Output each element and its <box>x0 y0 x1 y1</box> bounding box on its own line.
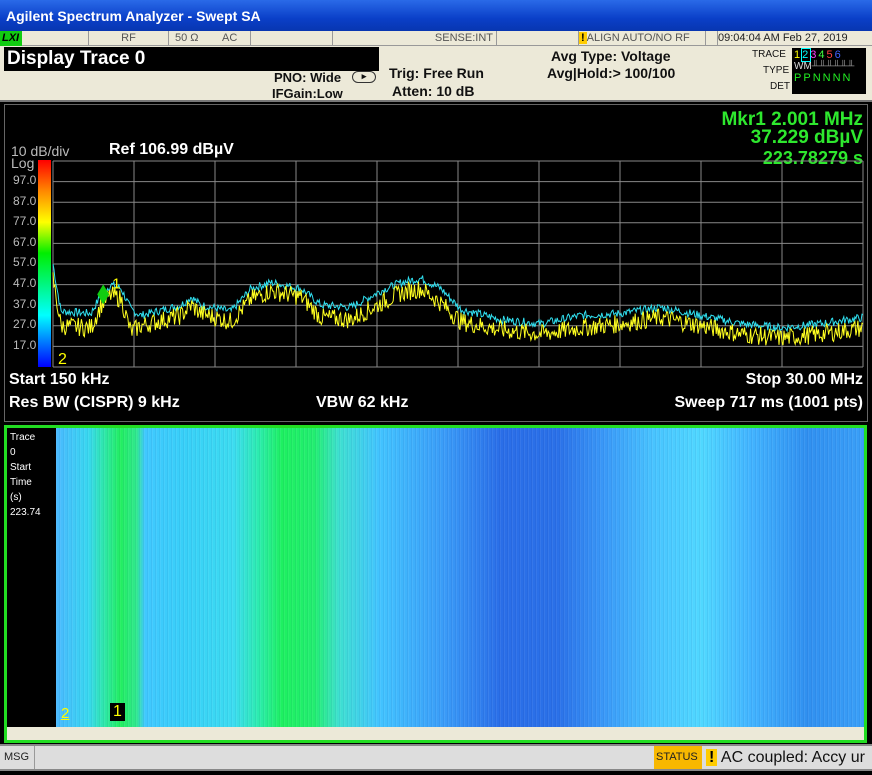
impedance: 50 Ω <box>168 31 208 46</box>
y-tick-label: 27.0 <box>13 317 37 332</box>
color-scale-bar <box>38 160 51 367</box>
message-bar: MSG STATUS ! AC coupled: Accy ur <box>0 744 872 771</box>
avg-type: Avg Type: Voltage <box>551 48 671 64</box>
trigger: Trig: Free Run <box>389 65 484 81</box>
y-tick-label: 17.0 <box>13 337 37 352</box>
detector-3: N <box>812 72 823 84</box>
reference-level: Ref 106.99 dBµV <box>109 141 234 158</box>
start-frequency: Start 150 kHz <box>9 371 110 388</box>
lxi-badge: LXI <box>0 31 22 46</box>
spectrogram-info-line: (s) <box>10 492 22 503</box>
trace2-marker: 2 <box>61 705 70 722</box>
trace-number-4: 4 <box>818 49 827 61</box>
trace-indicator: 123456 WM╨╨╨╨╨╨ PPNNNN <box>792 48 866 94</box>
detector-5: N <box>832 72 843 84</box>
marker-level: 37.229 dBµV <box>750 127 863 148</box>
y-tick-label: 47.0 <box>13 276 37 290</box>
pno: PNO: Wide <box>274 70 342 85</box>
msg-label: MSG <box>4 751 30 763</box>
sweep-time: Sweep 717 ms (1001 pts) <box>674 394 863 411</box>
y-tick-label: 57.0 <box>13 255 37 270</box>
avg-hold: Avg|Hold:> 100/100 <box>547 65 676 81</box>
video-bandwidth: VBW 62 kHz <box>316 394 409 411</box>
trace-2-label: 2 <box>58 351 67 368</box>
status-row: LXI RF 50 Ω AC SENSE:INT ! ALIGN AUTO/NO … <box>0 31 872 46</box>
spectrogram-info-line: Time <box>10 477 32 488</box>
y-tick-label: 87.0 <box>13 193 37 208</box>
y-tick-label: 77.0 <box>13 214 37 229</box>
window-title: Agilent Spectrum Analyzer - Swept SA <box>6 8 261 24</box>
warning-icon: ! <box>579 32 587 44</box>
sense: SENSE:INT <box>332 31 497 46</box>
status-button[interactable]: STATUS <box>654 746 702 769</box>
align-status: ! ALIGN AUTO/NO RF <box>578 31 706 46</box>
spectrogram-info: Trace 0 Start Time (s) 223.74 <box>7 428 56 727</box>
trace-label: TRACE <box>752 49 786 60</box>
marker1-flag: 1 <box>110 703 125 721</box>
detector-6: N <box>842 72 853 84</box>
stop-frequency: Stop 30.00 MHz <box>745 371 863 388</box>
trace-number-1: 1 <box>794 49 803 61</box>
settings-header: Display Trace 0 PNO: Wide ▸ IFGain:Low T… <box>0 46 872 102</box>
resolution-bandwidth: Res BW (CISPR) 9 kHz <box>9 394 180 411</box>
spectrogram-info-line: 223.74 <box>10 507 41 518</box>
y-tick-label: 97.0 <box>13 173 37 187</box>
spectrum-display: Mkr1 2.001 MHz 37.229 dBµV 223.78279 s 1… <box>4 104 868 422</box>
attenuation: Atten: 10 dB <box>392 83 475 99</box>
detector-2: P <box>803 72 813 84</box>
trace-number-6: 6 <box>834 49 843 61</box>
spectrogram-image[interactable] <box>56 428 864 727</box>
ifgain: IFGain:Low <box>272 86 343 101</box>
marker-1-diamond[interactable] <box>97 284 110 305</box>
y-tick-label: 67.0 <box>13 234 37 249</box>
page-title: Display Trace 0 <box>4 47 379 71</box>
trace-number-5: 5 <box>826 49 835 61</box>
type-label: TYPE <box>763 65 790 76</box>
marker-1-label: 1 <box>112 275 120 292</box>
scale-type: Log <box>11 155 35 171</box>
status-message: AC coupled: Accy ur <box>720 749 865 766</box>
detector-4: N <box>822 72 833 84</box>
datetime: 09:04:04 AM Feb 27, 2019 <box>717 31 872 46</box>
spectrogram-panel: Trace 0 Start Time (s) 223.74 2 1 <box>4 425 867 743</box>
warning-icon: ! <box>706 749 718 766</box>
type-value: WM <box>794 61 812 72</box>
spectrogram-info-line: Trace <box>10 432 36 443</box>
rf-input: RF <box>88 31 168 46</box>
spectrogram-info-line: 0 <box>10 447 16 458</box>
y-tick-label: 37.0 <box>13 296 37 311</box>
window-title-bar: Agilent Spectrum Analyzer - Swept SA <box>0 0 872 31</box>
spectrogram-info-line: Start <box>10 462 32 473</box>
detector-1: P <box>794 72 804 84</box>
loop-arrow-icon: ▸ <box>352 71 376 83</box>
coupling: AC <box>222 32 238 44</box>
det-label: DET <box>770 81 790 92</box>
spectrum-plot: 12 <box>52 160 864 368</box>
